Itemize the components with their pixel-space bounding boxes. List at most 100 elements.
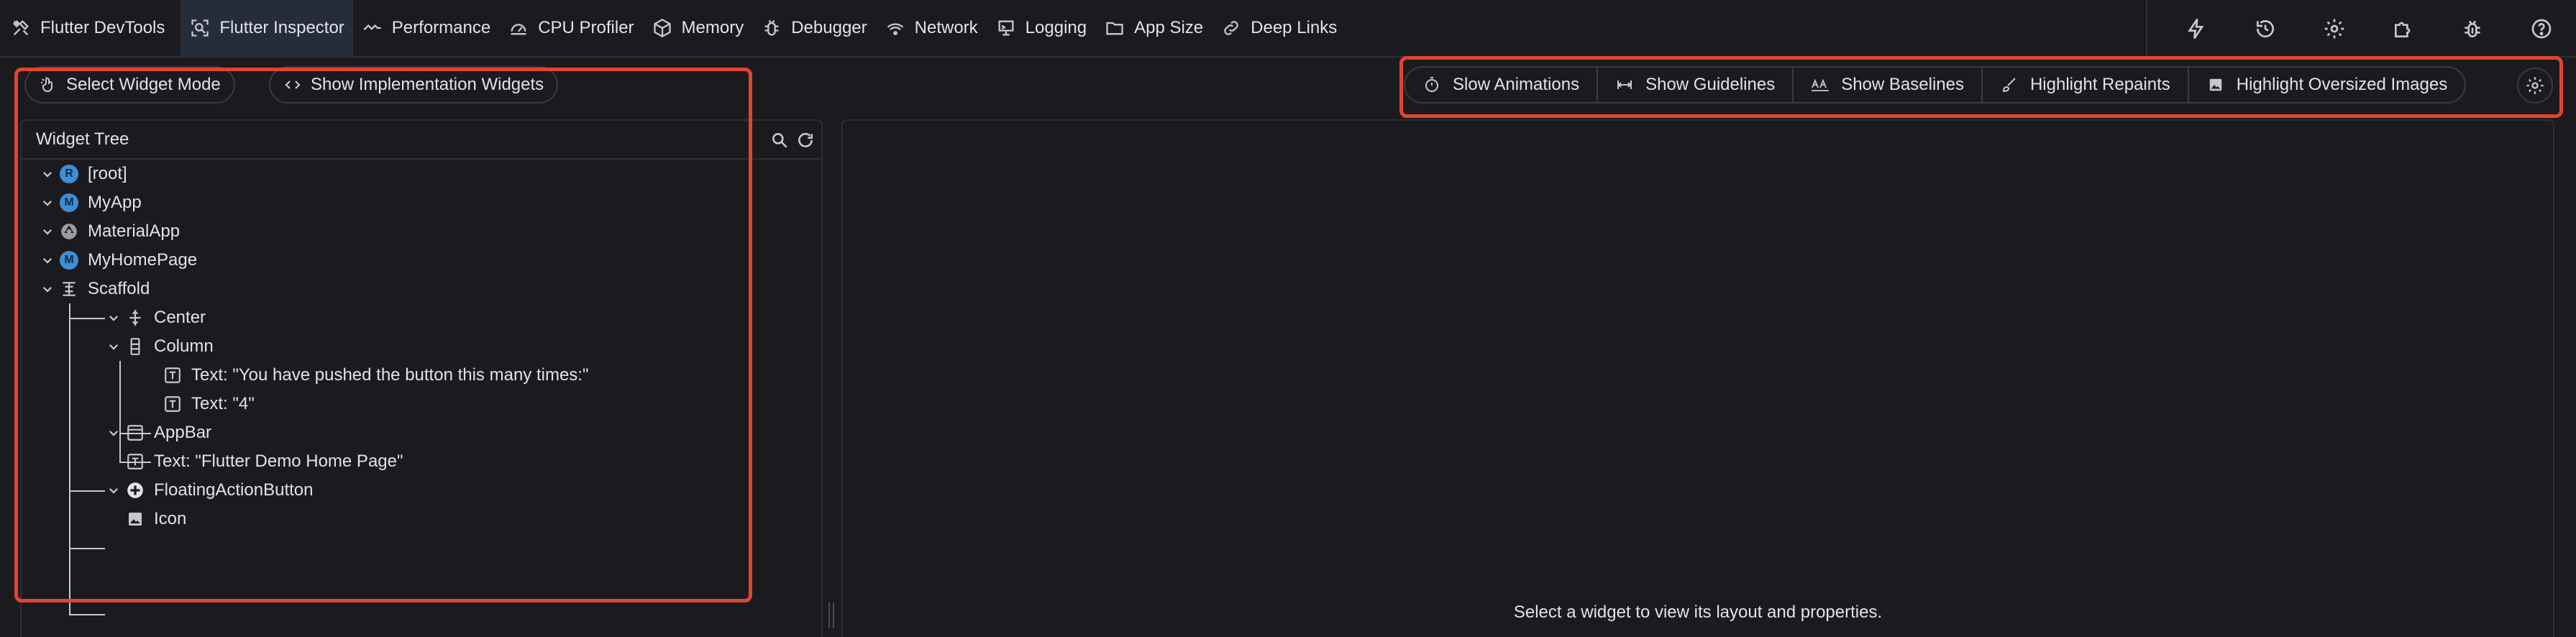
tab-debugger[interactable]: Debugger (752, 0, 875, 57)
brush-icon (2000, 75, 2019, 94)
tab-label: Performance (391, 18, 491, 37)
hot-reload-icon[interactable] (2162, 0, 2231, 58)
debugger-icon (761, 17, 782, 39)
chevron-down-icon[interactable] (39, 252, 56, 269)
inspector-icon (189, 17, 211, 39)
chevron-down-icon[interactable] (105, 424, 122, 441)
material-app-icon (59, 221, 79, 242)
guidelines-icon (1615, 75, 1634, 94)
tab-network[interactable]: Network (876, 0, 987, 57)
tab-label: Memory (681, 18, 744, 37)
tab-label: Logging (1025, 18, 1087, 37)
tree-node-center[interactable]: Center (105, 303, 206, 332)
tree-node-label: Scaffold (88, 279, 150, 298)
tab-flutter-inspector[interactable]: Flutter Inspector (181, 0, 353, 57)
chevron-down-icon[interactable] (39, 194, 56, 211)
tab-app-size[interactable]: App Size (1095, 0, 1212, 57)
image-icon (2206, 75, 2225, 94)
tree-node-text[interactable]: Text: "4" (163, 390, 255, 418)
tree-node-label: Column (154, 336, 214, 356)
network-icon (885, 17, 906, 39)
tree-node-myhomepage[interactable]: M MyHomePage (39, 246, 197, 275)
fab-icon (125, 480, 145, 500)
settings-icon (2525, 75, 2545, 96)
tree-node-text[interactable]: Text: "Flutter Demo Home Page" (125, 447, 403, 476)
highlight-repaints-button[interactable]: Highlight Repaints (1983, 68, 2189, 102)
tree-node-label: Center (154, 308, 206, 327)
chevron-down-icon[interactable] (39, 280, 56, 298)
tree-node-floatingactionbutton[interactable]: FloatingActionButton (105, 476, 313, 505)
tab-cpu-profiler[interactable]: CPU Profiler (499, 0, 642, 57)
tab-memory[interactable]: Memory (643, 0, 753, 57)
tab-label: App Size (1134, 18, 1204, 37)
deep-links-icon (1220, 17, 1242, 39)
extensions-icon[interactable] (2369, 0, 2438, 58)
chevron-down-icon[interactable] (105, 338, 122, 355)
panel-splitter[interactable] (823, 119, 840, 637)
root-badge-icon: R (60, 165, 78, 183)
highlight-oversized-images-button[interactable]: Highlight Oversized Images (2189, 68, 2465, 102)
tab-label: Flutter Inspector (219, 18, 344, 37)
search-icon[interactable] (767, 128, 793, 152)
tree-node-label: MaterialApp (88, 221, 181, 241)
drag-handle-icon[interactable] (828, 602, 834, 628)
tree-connector (69, 318, 105, 319)
tree-node-scaffold[interactable]: Scaffold (39, 275, 150, 303)
custom-widget-badge-icon: M (60, 251, 78, 270)
column-icon (125, 336, 145, 357)
refresh-icon[interactable] (793, 128, 818, 152)
hot-restart-icon[interactable] (2231, 0, 2300, 58)
chevron-down-icon[interactable] (105, 309, 122, 326)
tree-connector (119, 361, 121, 463)
tree-node-appbar[interactable]: AppBar (105, 418, 211, 447)
report-bug-icon[interactable] (2438, 0, 2507, 58)
chevron-down-icon[interactable] (105, 482, 122, 499)
tab-label: Debugger (791, 18, 867, 37)
tab-logging[interactable]: Logging (987, 0, 1095, 57)
tab-label: CPU Profiler (538, 18, 634, 37)
tree-node-root[interactable]: R [root] (39, 160, 127, 188)
settings-icon[interactable] (2300, 0, 2369, 58)
image-icon (125, 509, 145, 529)
inspector-settings-button[interactable] (2517, 68, 2553, 104)
tree-node-icon[interactable]: Icon (125, 505, 186, 533)
help-icon[interactable] (2507, 0, 2576, 58)
devtools-icon (10, 17, 32, 39)
tree-connector (69, 490, 105, 492)
show-guidelines-button[interactable]: Show Guidelines (1598, 68, 1794, 102)
tree-node-materialapp[interactable]: MaterialApp (39, 217, 180, 246)
inspector-overlay-toolbar: Slow Animations Show Guidelines Show Bas… (1404, 66, 2467, 104)
custom-widget-badge-icon: M (60, 193, 78, 212)
center-icon (125, 308, 145, 328)
tree-node-label: MyHomePage (88, 250, 198, 270)
show-baselines-button[interactable]: Show Baselines (1794, 68, 1983, 102)
details-placeholder: Select a widget to view its layout and p… (1513, 602, 1883, 622)
widget-tree-panel: Widget Tree R [root] M MyApp MaterialApp (20, 119, 823, 637)
tree-node-label: AppBar (154, 423, 212, 442)
tree-node-label: Text: "Flutter Demo Home Page" (154, 452, 403, 471)
tree-node-text[interactable]: Text: "You have pushed the button this m… (163, 361, 588, 390)
baseline-icon (1811, 75, 1830, 94)
show-implementation-widgets-button[interactable]: Show Implementation Widgets (269, 66, 559, 104)
timer-icon (1422, 75, 1441, 94)
chevron-down-icon[interactable] (39, 165, 56, 183)
performance-icon (362, 17, 383, 39)
tab-deep-links[interactable]: Deep Links (1212, 0, 1346, 57)
tree-node-label: [root] (88, 164, 127, 183)
cpu-profiler-icon (508, 17, 529, 39)
chevron-down-icon[interactable] (39, 223, 56, 240)
tab-performance[interactable]: Performance (353, 0, 499, 57)
tree-connector (69, 303, 70, 615)
tree-node-label: Icon (154, 509, 187, 528)
tree-node-column[interactable]: Column (105, 332, 214, 361)
text-icon (163, 365, 183, 385)
slow-animations-button[interactable]: Slow Animations (1405, 68, 1599, 102)
tree-node-label: Text: "4" (191, 394, 255, 413)
tree-connector (69, 548, 105, 549)
logging-icon (995, 17, 1017, 39)
tree-node-label: Text: "You have pushed the button this m… (191, 365, 589, 385)
code-icon (283, 75, 302, 94)
tree-node-myapp[interactable]: M MyApp (39, 188, 142, 217)
select-widget-mode-button[interactable]: Select Widget Mode (24, 66, 235, 104)
nav-actions (2146, 0, 2576, 58)
